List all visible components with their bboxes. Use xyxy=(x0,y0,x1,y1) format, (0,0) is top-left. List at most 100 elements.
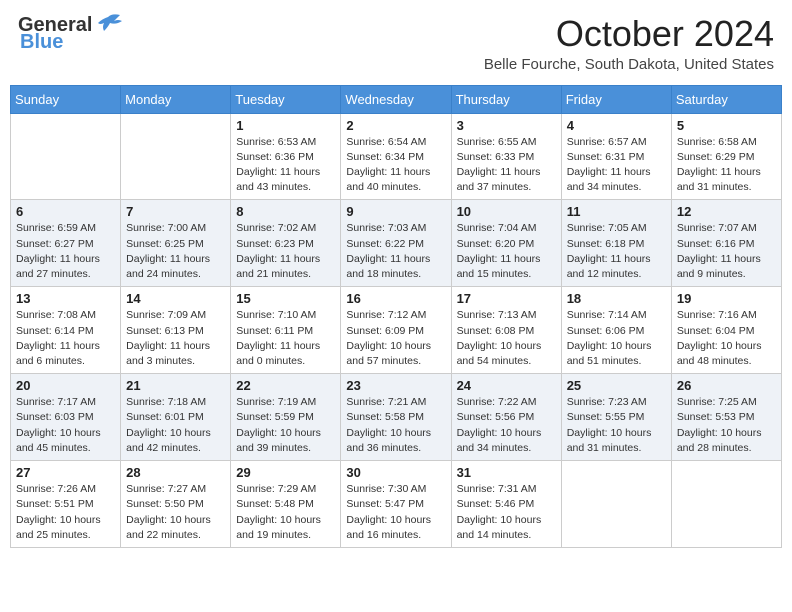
day-number: 19 xyxy=(677,291,776,306)
calendar-week-row: 27 Sunrise: 7:26 AMSunset: 5:51 PMDayligh… xyxy=(11,461,782,548)
day-info: Sunrise: 7:14 AMSunset: 6:06 PMDaylight:… xyxy=(567,308,666,369)
column-header-saturday: Saturday xyxy=(671,85,781,113)
calendar-cell: 14Sunrise: 7:09 AMSunset: 6:13 PMDayligh… xyxy=(121,287,231,374)
day-number: 20 xyxy=(16,378,115,393)
title-section: October 2024 Belle Fourche, South Dakota… xyxy=(484,14,774,73)
day-number: 6 xyxy=(16,204,115,219)
day-info: Sunrise: 6:58 AMSunset: 6:29 PMDaylight:… xyxy=(677,135,776,196)
day-info: Sunrise: 6:54 AMSunset: 6:34 PMDaylight:… xyxy=(346,135,445,196)
day-number: 23 xyxy=(346,378,445,393)
month-title: October 2024 xyxy=(484,14,774,54)
day-number: 16 xyxy=(346,291,445,306)
day-number: 28 xyxy=(126,465,225,480)
day-number: 30 xyxy=(346,465,445,480)
location-title: Belle Fourche, South Dakota, United Stat… xyxy=(484,56,774,73)
day-info: Sunrise: 7:07 AMSunset: 6:16 PMDaylight:… xyxy=(677,221,776,282)
day-number: 29 xyxy=(236,465,335,480)
calendar-cell: 17 Sunrise: 7:13 AMSunset: 6:08 PMDayligh… xyxy=(451,287,561,374)
calendar-week-row: 13 Sunrise: 7:08 AMSunset: 6:14 PMDayligh… xyxy=(11,287,782,374)
day-info: Sunrise: 7:27 AMSunset: 5:50 PMDaylight:… xyxy=(126,482,225,543)
day-number: 3 xyxy=(457,118,556,133)
day-info: Sunrise: 7:16 AMSunset: 6:04 PMDaylight:… xyxy=(677,308,776,369)
day-number: 8 xyxy=(236,204,335,219)
day-number: 17 xyxy=(457,291,556,306)
day-info: Sunrise: 6:53 AMSunset: 6:36 PMDaylight:… xyxy=(236,135,335,196)
day-info: Sunrise: 6:57 AMSunset: 6:31 PMDaylight:… xyxy=(567,135,666,196)
day-info: Sunrise: 6:59 AMSunset: 6:27 PMDaylight:… xyxy=(16,221,115,282)
day-info: Sunrise: 7:22 AMSunset: 5:56 PMDaylight:… xyxy=(457,395,556,456)
day-number: 24 xyxy=(457,378,556,393)
day-number: 10 xyxy=(457,204,556,219)
day-info: Sunrise: 7:23 AMSunset: 5:55 PMDaylight:… xyxy=(567,395,666,456)
day-info: Sunrise: 7:29 AMSunset: 5:48 PMDaylight:… xyxy=(236,482,335,543)
day-info: Sunrise: 7:12 AMSunset: 6:09 PMDaylight:… xyxy=(346,308,445,369)
logo-text-blue: Blue xyxy=(20,31,63,54)
calendar-cell: 8 Sunrise: 7:02 AMSunset: 6:23 PMDaylight… xyxy=(231,200,341,287)
calendar-cell: 18Sunrise: 7:14 AMSunset: 6:06 PMDayligh… xyxy=(561,287,671,374)
day-info: Sunrise: 7:21 AMSunset: 5:58 PMDaylight:… xyxy=(346,395,445,456)
calendar-table: SundayMondayTuesdayWednesdayThursdayFrid… xyxy=(10,85,782,548)
day-number: 15 xyxy=(236,291,335,306)
calendar-cell: 31 Sunrise: 7:31 AMSunset: 5:46 PMDayligh… xyxy=(451,461,561,548)
calendar-cell: 1 Sunrise: 6:53 AMSunset: 6:36 PMDaylight… xyxy=(231,113,341,200)
calendar-cell: 12Sunrise: 7:07 AMSunset: 6:16 PMDayligh… xyxy=(671,200,781,287)
day-number: 25 xyxy=(567,378,666,393)
day-info: Sunrise: 7:25 AMSunset: 5:53 PMDaylight:… xyxy=(677,395,776,456)
column-header-wednesday: Wednesday xyxy=(341,85,451,113)
page-header: General Blue October 2024 Belle Fourche,… xyxy=(10,10,782,77)
day-info: Sunrise: 7:02 AMSunset: 6:23 PMDaylight:… xyxy=(236,221,335,282)
logo-bird-icon xyxy=(94,13,122,35)
day-number: 4 xyxy=(567,118,666,133)
day-info: Sunrise: 7:08 AMSunset: 6:14 PMDaylight:… xyxy=(16,308,115,369)
day-number: 21 xyxy=(126,378,225,393)
day-number: 7 xyxy=(126,204,225,219)
day-info: Sunrise: 7:30 AMSunset: 5:47 PMDaylight:… xyxy=(346,482,445,543)
calendar-week-row: 6 Sunrise: 6:59 AMSunset: 6:27 PMDaylight… xyxy=(11,200,782,287)
day-number: 26 xyxy=(677,378,776,393)
calendar-cell: 30 Sunrise: 7:30 AMSunset: 5:47 PMDayligh… xyxy=(341,461,451,548)
calendar-cell: 28 Sunrise: 7:27 AMSunset: 5:50 PMDayligh… xyxy=(121,461,231,548)
calendar-cell xyxy=(561,461,671,548)
column-header-tuesday: Tuesday xyxy=(231,85,341,113)
day-number: 5 xyxy=(677,118,776,133)
calendar-cell: 25 Sunrise: 7:23 AMSunset: 5:55 PMDayligh… xyxy=(561,374,671,461)
day-number: 13 xyxy=(16,291,115,306)
calendar-cell: 6 Sunrise: 6:59 AMSunset: 6:27 PMDaylight… xyxy=(11,200,121,287)
day-info: Sunrise: 7:31 AMSunset: 5:46 PMDaylight:… xyxy=(457,482,556,543)
calendar-cell: 2 Sunrise: 6:54 AMSunset: 6:34 PMDaylight… xyxy=(341,113,451,200)
calendar-cell: 10 Sunrise: 7:04 AMSunset: 6:20 PMDayligh… xyxy=(451,200,561,287)
column-header-thursday: Thursday xyxy=(451,85,561,113)
calendar-header-row: SundayMondayTuesdayWednesdayThursdayFrid… xyxy=(11,85,782,113)
day-number: 2 xyxy=(346,118,445,133)
day-info: Sunrise: 7:26 AMSunset: 5:51 PMDaylight:… xyxy=(16,482,115,543)
day-info: Sunrise: 6:55 AMSunset: 6:33 PMDaylight:… xyxy=(457,135,556,196)
day-info: Sunrise: 7:00 AMSunset: 6:25 PMDaylight:… xyxy=(126,221,225,282)
day-info: Sunrise: 7:19 AMSunset: 5:59 PMDaylight:… xyxy=(236,395,335,456)
calendar-cell: 26 Sunrise: 7:25 AMSunset: 5:53 PMDayligh… xyxy=(671,374,781,461)
calendar-cell: 16 Sunrise: 7:12 AMSunset: 6:09 PMDayligh… xyxy=(341,287,451,374)
calendar-week-row: 1 Sunrise: 6:53 AMSunset: 6:36 PMDaylight… xyxy=(11,113,782,200)
column-header-monday: Monday xyxy=(121,85,231,113)
calendar-cell: 15 Sunrise: 7:10 AMSunset: 6:11 PMDayligh… xyxy=(231,287,341,374)
calendar-cell: 29 Sunrise: 7:29 AMSunset: 5:48 PMDayligh… xyxy=(231,461,341,548)
day-number: 1 xyxy=(236,118,335,133)
calendar-cell: 4 Sunrise: 6:57 AMSunset: 6:31 PMDaylight… xyxy=(561,113,671,200)
day-info: Sunrise: 7:17 AMSunset: 6:03 PMDaylight:… xyxy=(16,395,115,456)
calendar-cell xyxy=(11,113,121,200)
calendar-cell: 21Sunrise: 7:18 AMSunset: 6:01 PMDayligh… xyxy=(121,374,231,461)
calendar-cell: 5 Sunrise: 6:58 AMSunset: 6:29 PMDaylight… xyxy=(671,113,781,200)
day-number: 31 xyxy=(457,465,556,480)
calendar-cell: 24 Sunrise: 7:22 AMSunset: 5:56 PMDayligh… xyxy=(451,374,561,461)
calendar-cell xyxy=(121,113,231,200)
calendar-cell: 22Sunrise: 7:19 AMSunset: 5:59 PMDayligh… xyxy=(231,374,341,461)
column-header-friday: Friday xyxy=(561,85,671,113)
day-number: 27 xyxy=(16,465,115,480)
day-info: Sunrise: 7:13 AMSunset: 6:08 PMDaylight:… xyxy=(457,308,556,369)
day-info: Sunrise: 7:10 AMSunset: 6:11 PMDaylight:… xyxy=(236,308,335,369)
column-header-sunday: Sunday xyxy=(11,85,121,113)
day-info: Sunrise: 7:04 AMSunset: 6:20 PMDaylight:… xyxy=(457,221,556,282)
calendar-cell: 27 Sunrise: 7:26 AMSunset: 5:51 PMDayligh… xyxy=(11,461,121,548)
logo: General Blue xyxy=(18,14,122,54)
day-info: Sunrise: 7:09 AMSunset: 6:13 PMDaylight:… xyxy=(126,308,225,369)
day-info: Sunrise: 7:05 AMSunset: 6:18 PMDaylight:… xyxy=(567,221,666,282)
